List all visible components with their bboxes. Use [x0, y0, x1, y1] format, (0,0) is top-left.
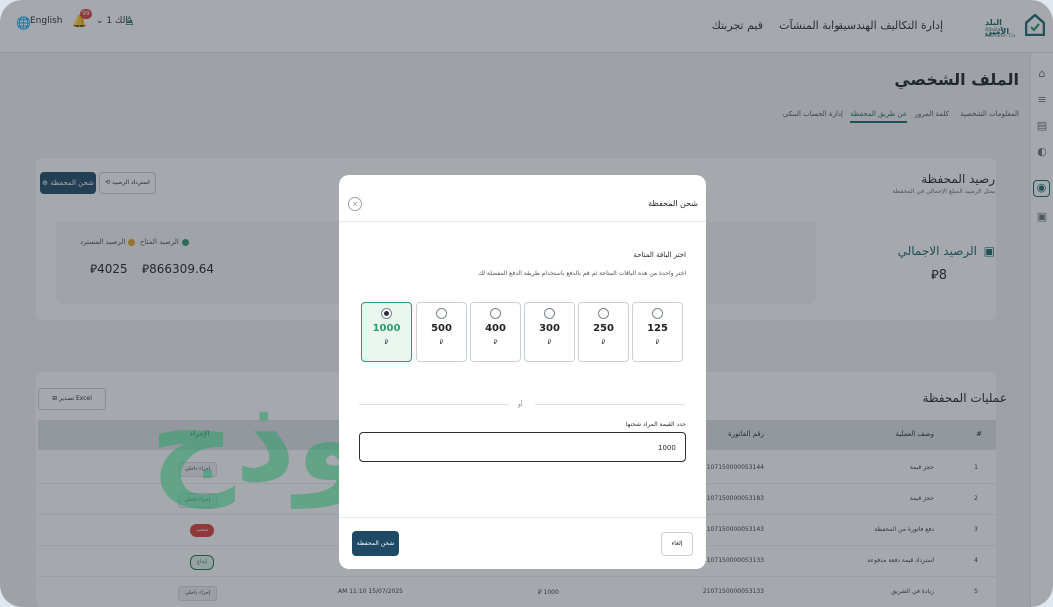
cancel-button[interactable]: إلغاء [661, 532, 693, 556]
modal-title: شحن المحفظة [648, 199, 698, 208]
or-divider-left [359, 404, 509, 405]
modal-footer-divider [339, 517, 706, 518]
amount-input[interactable]: 1000 [359, 432, 686, 462]
radio-button[interactable] [490, 308, 501, 319]
radio-button[interactable] [544, 308, 555, 319]
package-option-300[interactable]: 300 ⃁ [524, 302, 575, 362]
package-option-1000[interactable]: 1000 ⃁ [361, 302, 412, 362]
charge-wallet-modal: شحن المحفظة × اختر الباقة المتاحة اختر و… [339, 175, 706, 569]
radio-button[interactable] [652, 308, 663, 319]
radio-button[interactable] [436, 308, 447, 319]
packages-subtitle: اختر واحدة من هذه الباقات المتاحة ثم قم … [478, 270, 686, 277]
package-option-125[interactable]: 125 ⃁ [632, 302, 683, 362]
radio-button[interactable] [598, 308, 609, 319]
package-option-500[interactable]: 500 ⃁ [416, 302, 467, 362]
radio-button-selected[interactable] [381, 308, 392, 319]
or-label: أو [518, 401, 523, 408]
package-option-250[interactable]: 250 ⃁ [578, 302, 629, 362]
amount-label: حدد القيمة المراد شحنها [625, 421, 686, 428]
app-screen: البلد الأمين Albalad Alameen Co. إدارة ا… [0, 0, 1053, 607]
or-divider-right [535, 404, 685, 405]
submit-charge-button[interactable]: شحن المحفظة [352, 531, 399, 556]
close-icon[interactable]: × [348, 197, 362, 211]
packages-title: اختر الباقة المتاحة [633, 251, 686, 259]
package-option-400[interactable]: 400 ⃁ [470, 302, 521, 362]
modal-divider [339, 221, 706, 222]
